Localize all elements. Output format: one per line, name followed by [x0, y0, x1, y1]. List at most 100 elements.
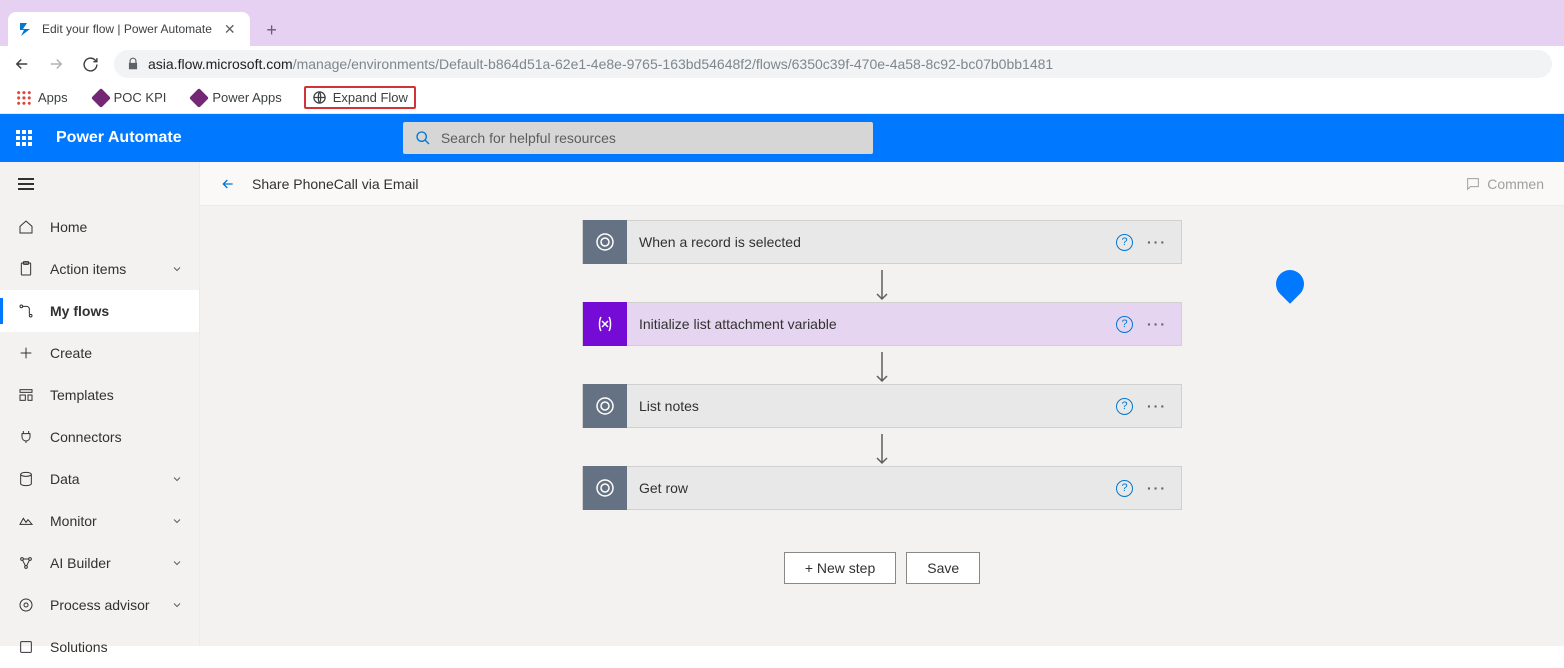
reload-icon[interactable] — [80, 54, 100, 74]
help-icon[interactable]: ? — [1116, 316, 1133, 333]
sidebar-item-solutions[interactable]: Solutions — [0, 626, 199, 668]
monitor-icon — [18, 513, 34, 529]
sidebar-item-process-advisor[interactable]: Process advisor — [0, 584, 199, 626]
address-bar: asia.flow.microsoft.com/manage/environme… — [0, 46, 1564, 82]
more-icon[interactable]: ··· — [1147, 316, 1167, 332]
sidebar-item-label: Monitor — [50, 513, 97, 529]
chevron-down-icon — [171, 599, 183, 611]
bookmark-label: POC KPI — [114, 90, 167, 105]
drop-marker-icon — [1270, 264, 1310, 304]
save-button[interactable]: Save — [906, 552, 980, 584]
sidebar-item-label: Connectors — [50, 429, 122, 445]
cds-icon — [583, 466, 627, 510]
plus-icon — [18, 345, 34, 361]
step-label: Get row — [627, 480, 1116, 496]
hamburger-icon — [18, 178, 34, 190]
process-icon — [18, 597, 34, 613]
new-tab-button[interactable]: + — [258, 16, 286, 44]
sidebar-item-data[interactable]: Data — [0, 458, 199, 500]
flow-header: Share PhoneCall via Email Commen — [200, 162, 1564, 206]
step-label: When a record is selected — [627, 234, 1116, 250]
sidebar-item-connectors[interactable]: Connectors — [0, 416, 199, 458]
comments-label[interactable]: Commen — [1487, 176, 1544, 192]
browser-tab-strip: Edit your flow | Power Automate ✕ + — [0, 12, 1564, 46]
flow-step[interactable]: Get row ? ··· — [582, 466, 1182, 510]
cds-icon — [583, 220, 627, 264]
search-placeholder: Search for helpful resources — [441, 130, 616, 146]
sidebar-item-label: Data — [50, 471, 80, 487]
sidebar-item-monitor[interactable]: Monitor — [0, 500, 199, 542]
more-icon[interactable]: ··· — [1147, 234, 1167, 250]
flow-step[interactable]: Initialize list attachment variable ? ··· — [582, 302, 1182, 346]
ai-icon — [18, 555, 34, 571]
sidebar-item-label: Action items — [50, 261, 126, 277]
power-apps-bookmark[interactable]: Power Apps — [188, 88, 285, 107]
bookmarks-bar: Apps POC KPI Power Apps Expand Flow — [0, 82, 1564, 114]
step-label: Initialize list attachment variable — [627, 316, 1116, 332]
sidebar-item-action-items[interactable]: Action items — [0, 248, 199, 290]
cds-icon — [583, 384, 627, 428]
template-icon — [18, 387, 34, 403]
connector-icon — [18, 429, 34, 445]
step-label: List notes — [627, 398, 1116, 414]
poc-kpi-bookmark[interactable]: POC KPI — [90, 88, 171, 107]
flow-canvas: When a record is selected ? ··· Initializ… — [200, 206, 1564, 646]
chevron-down-icon — [171, 557, 183, 569]
sidebar: Home Action items My flows Create Templa… — [0, 162, 200, 646]
new-step-button[interactable]: + New step — [784, 552, 896, 584]
chevron-down-icon — [171, 515, 183, 527]
back-icon[interactable] — [12, 54, 32, 74]
more-icon[interactable]: ··· — [1147, 398, 1167, 414]
bookmark-label: Expand Flow — [333, 90, 408, 105]
chevron-down-icon — [171, 263, 183, 275]
search-icon — [415, 130, 431, 146]
variable-icon — [583, 302, 627, 346]
browser-tab[interactable]: Edit your flow | Power Automate ✕ — [8, 12, 250, 46]
data-icon — [18, 471, 34, 487]
flow-step[interactable]: When a record is selected ? ··· — [582, 220, 1182, 264]
arrow-down-icon — [881, 270, 883, 296]
arrow-down-icon — [881, 352, 883, 378]
sidebar-item-templates[interactable]: Templates — [0, 374, 199, 416]
flow-step[interactable]: List notes ? ··· — [582, 384, 1182, 428]
sidebar-item-label: AI Builder — [50, 555, 111, 571]
sidebar-item-home[interactable]: Home — [0, 206, 199, 248]
app-launcher-button[interactable] — [0, 114, 48, 162]
sidebar-item-label: My flows — [50, 303, 109, 319]
apps-bookmark[interactable]: Apps — [12, 88, 72, 108]
solutions-icon — [18, 639, 34, 655]
sidebar-item-my-flows[interactable]: My flows — [0, 290, 199, 332]
url-input[interactable]: asia.flow.microsoft.com/manage/environme… — [114, 50, 1552, 78]
app-header: Power Automate Search for helpful resour… — [0, 114, 1564, 162]
waffle-icon — [16, 130, 32, 146]
tab-title: Edit your flow | Power Automate — [42, 22, 212, 36]
power-automate-icon — [18, 21, 34, 37]
bookmark-label: Power Apps — [212, 90, 281, 105]
back-button[interactable] — [220, 176, 236, 192]
sidebar-item-ai-builder[interactable]: AI Builder — [0, 542, 199, 584]
help-icon[interactable]: ? — [1116, 398, 1133, 415]
chevron-down-icon — [171, 473, 183, 485]
sidebar-item-label: Solutions — [50, 639, 108, 655]
sidebar-item-label: Home — [50, 219, 87, 235]
product-name: Power Automate — [56, 129, 182, 147]
home-icon — [18, 219, 34, 235]
sidebar-item-create[interactable]: Create — [0, 332, 199, 374]
search-input[interactable]: Search for helpful resources — [403, 122, 873, 154]
more-icon[interactable]: ··· — [1147, 480, 1167, 496]
diamond-icon — [91, 88, 111, 108]
flow-title: Share PhoneCall via Email — [252, 176, 419, 192]
bookmark-label: Apps — [38, 90, 68, 105]
clipboard-icon — [18, 261, 34, 277]
globe-icon — [312, 90, 327, 105]
expand-flow-bookmark[interactable]: Expand Flow — [304, 86, 416, 109]
sidebar-item-label: Process advisor — [50, 597, 150, 613]
comment-icon[interactable] — [1465, 176, 1481, 192]
help-icon[interactable]: ? — [1116, 234, 1133, 251]
sidebar-toggle[interactable] — [0, 162, 199, 206]
forward-icon[interactable] — [46, 54, 66, 74]
help-icon[interactable]: ? — [1116, 480, 1133, 497]
lock-icon — [126, 57, 140, 71]
sidebar-item-label: Create — [50, 345, 92, 361]
close-icon[interactable]: ✕ — [220, 21, 240, 38]
